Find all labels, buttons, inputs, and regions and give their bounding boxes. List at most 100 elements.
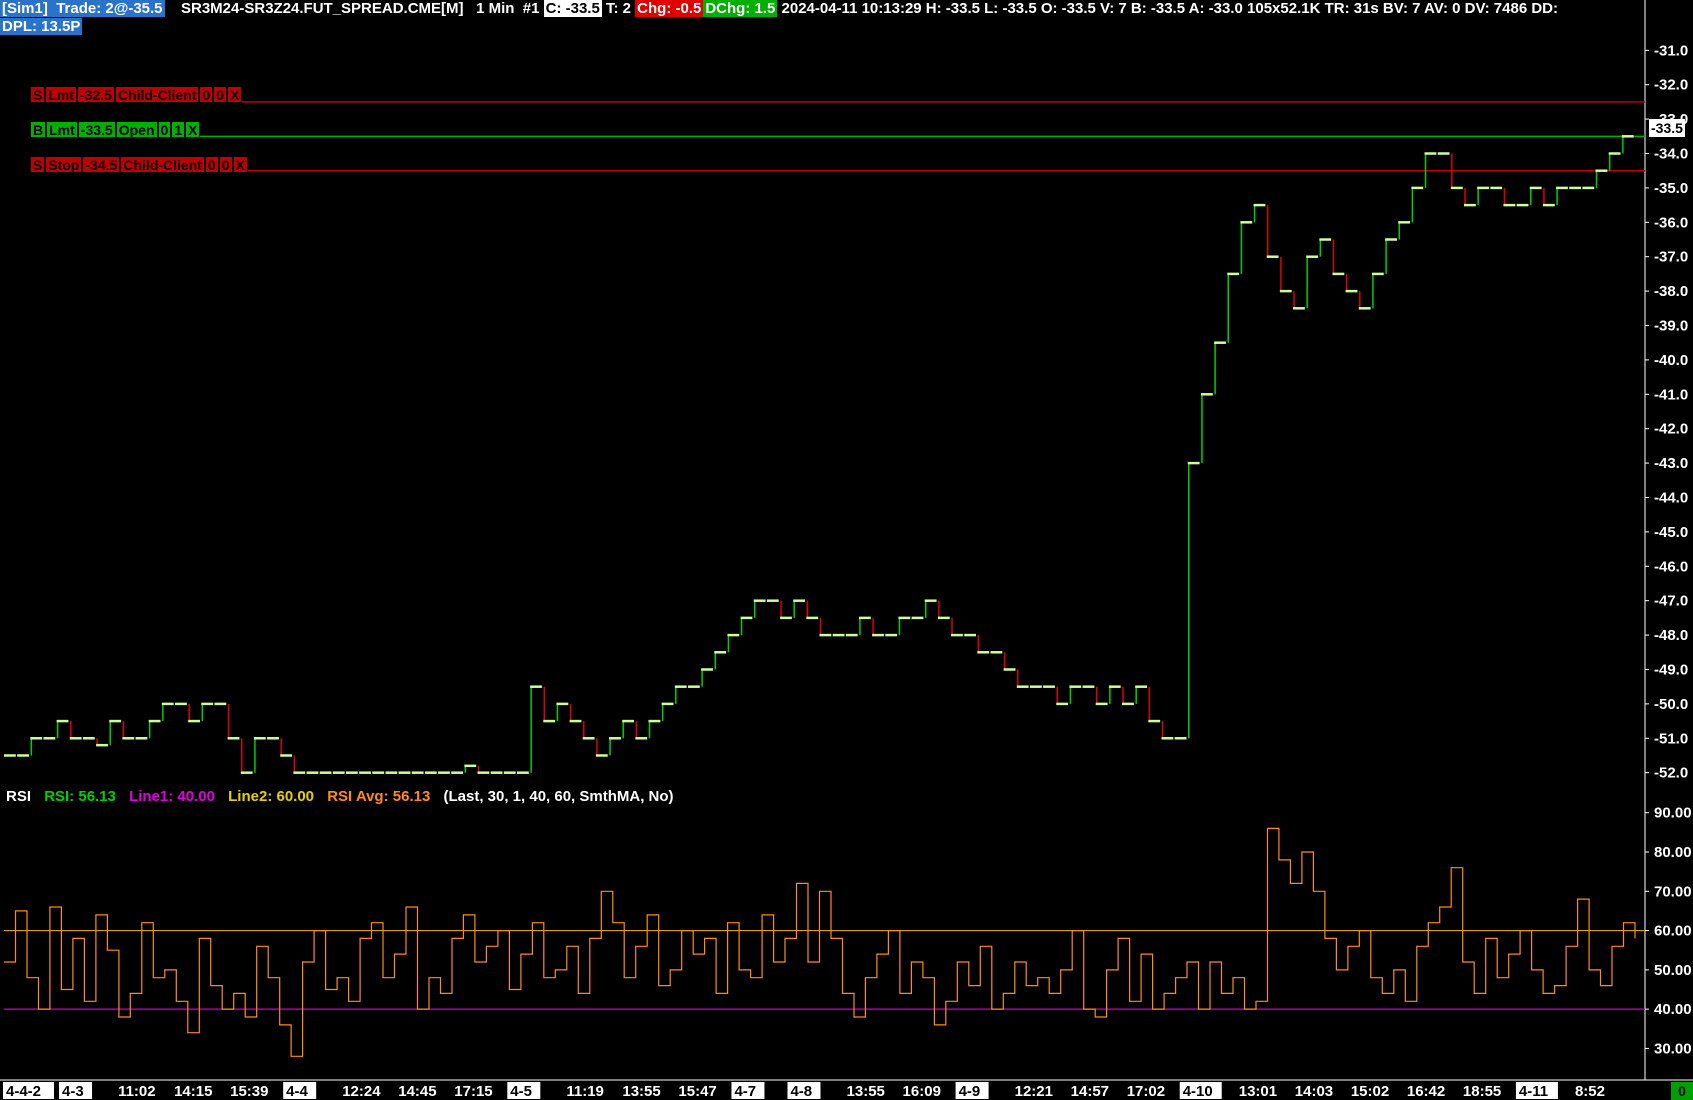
price-tick-label: -42.0: [1654, 421, 1688, 438]
order-price: -32.5: [77, 86, 115, 103]
price-tick-label: -39.0: [1654, 318, 1688, 335]
time-label: 11:19: [566, 1083, 604, 1100]
current-price-label: -33.5: [1649, 119, 1685, 137]
price-tick-label: -44.0: [1654, 489, 1688, 506]
rsi-legend: RSI RSI: 56.13 Line1: 40.00 Line2: 60.00…: [6, 788, 683, 805]
date-label: 4-4: [286, 1083, 308, 1100]
header-dchg: DChg: 1.5: [703, 0, 778, 17]
order-status: Child-Client: [120, 156, 205, 173]
order-type: Lmt: [45, 86, 78, 103]
price-tick-label: -40.0: [1654, 352, 1688, 369]
header-symbol-block: SR3M24-SR3Z24.FUT_SPREAD.CME[M] 1 Min #1…: [181, 0, 1558, 17]
time-label: 12:24: [342, 1083, 381, 1100]
price-tick-label: -32.0: [1654, 77, 1688, 94]
time-label: 11:02: [118, 1083, 156, 1100]
order-filled: 0: [204, 156, 219, 173]
line2-value: Line2: 60.00: [228, 788, 315, 805]
time-label: 15:39: [230, 1083, 268, 1100]
price-tick-label: -35.0: [1654, 180, 1688, 197]
time-label: 14:57: [1071, 1083, 1109, 1100]
corner-value: 0: [1671, 1082, 1693, 1100]
time-label: 8:52: [1575, 1083, 1605, 1100]
order-qty: 0: [213, 86, 228, 103]
date-label: 4-7: [734, 1083, 756, 1100]
time-label: 16:09: [903, 1083, 941, 1100]
time-label: 14:03: [1295, 1083, 1333, 1100]
time-label: 13:55: [622, 1083, 660, 1100]
order-label-buy-limit[interactable]: B Lmt -33.5 Open 0 1 X: [30, 121, 201, 138]
rsi-tick-label: 40.00: [1654, 1001, 1692, 1018]
price-tick-label: -31.0: [1654, 42, 1688, 59]
price-tick-label: -48.0: [1654, 627, 1688, 644]
order-status: Child-Client: [114, 86, 200, 103]
price-tick-label: -46.0: [1654, 558, 1688, 575]
header-sim-trade: [Sim1] Trade: 2@-35.5: [0, 0, 165, 17]
header-close: C: -33.5: [543, 0, 602, 17]
header-sim: [Sim1]: [2, 0, 48, 17]
date-label: 4-8: [790, 1083, 812, 1100]
order-cancel-button[interactable]: X: [227, 86, 243, 103]
rsi-tick-label: 50.00: [1654, 962, 1692, 979]
time-label: 18:55: [1463, 1083, 1501, 1100]
rsi-name: RSI: [6, 788, 32, 805]
rsi-tick-label: 90.00: [1654, 805, 1692, 822]
price-tick-label: -50.0: [1654, 696, 1688, 713]
date-label: 4-4-2: [6, 1083, 41, 1100]
time-label: 14:45: [398, 1083, 436, 1100]
order-filled: 0: [199, 86, 214, 103]
order-filled: 0: [157, 121, 172, 138]
date-label: 4-10: [1183, 1083, 1213, 1100]
header-dpl: DPL: 13.5P: [0, 18, 83, 35]
time-label: 15:47: [678, 1083, 716, 1100]
header-symbol[interactable]: SR3M24-SR3Z24.FUT_SPREAD.CME[M]: [181, 0, 464, 17]
price-tick-label: -45.0: [1654, 524, 1688, 541]
time-label: 17:02: [1127, 1083, 1165, 1100]
order-price: -33.5: [77, 121, 116, 138]
header-interval: 1 Min: [476, 0, 515, 17]
time-label: 15:02: [1351, 1083, 1389, 1100]
header-ticks: T: 2: [605, 0, 631, 17]
order-status: Open: [115, 121, 158, 138]
date-label: 4-11: [1519, 1083, 1548, 1100]
chart-canvas[interactable]: -31.0-32.0-33.0-34.0-35.0-36.0-37.0-38.0…: [0, 0, 1693, 1100]
order-price: -34.5: [82, 156, 121, 173]
price-tick-label: -37.0: [1654, 249, 1688, 266]
line1-value: Line1: 40.00: [129, 788, 215, 805]
time-label: 16:42: [1407, 1083, 1445, 1100]
order-qty: 0: [218, 156, 233, 173]
date-label: 4-9: [959, 1083, 981, 1100]
time-label: 12:21: [1015, 1083, 1053, 1100]
order-label-sell-limit[interactable]: S Lmt -32.5 Child-Client 0 0 X: [30, 86, 243, 103]
chart-window: { "header": { "sim": "[Sim1]", "trade": …: [0, 0, 1693, 1100]
order-type: Stop: [45, 156, 83, 173]
order-cancel-button[interactable]: X: [232, 156, 248, 173]
order-label-sell-stop[interactable]: S Stop -34.5 Child-Client 0 0 X: [30, 156, 248, 173]
price-tick-label: -38.0: [1654, 283, 1688, 300]
price-tick-label: -34.0: [1654, 146, 1688, 163]
header-chg: Chg: -0.5: [635, 0, 704, 17]
price-tick-label: -47.0: [1654, 593, 1688, 610]
date-label: 4-3: [62, 1083, 84, 1100]
time-label: 13:55: [847, 1083, 885, 1100]
price-tick-label: -52.0: [1654, 765, 1688, 782]
rsi-params: (Last, 30, 1, 40, 60, SmthMA, No): [443, 788, 674, 805]
rsi-tick-label: 30.00: [1654, 1040, 1692, 1057]
price-tick-label: -49.0: [1654, 661, 1688, 678]
header-chart-num: #1: [522, 0, 540, 17]
time-label: 14:15: [174, 1083, 212, 1100]
order-qty: 1: [171, 121, 186, 138]
rsi-tick-label: 70.00: [1654, 883, 1692, 900]
rsi-tick-label: 60.00: [1654, 923, 1692, 940]
order-side: B: [30, 121, 47, 138]
time-label: 17:15: [454, 1083, 492, 1100]
rsi-value: RSI: 56.13: [44, 788, 116, 805]
rsi-tick-label: 80.00: [1654, 844, 1692, 861]
order-cancel-button[interactable]: X: [185, 121, 201, 138]
order-type: Lmt: [46, 121, 78, 138]
price-tick-label: -41.0: [1654, 386, 1688, 403]
rsi-line: [4, 827, 1636, 1057]
price-tick-label: -43.0: [1654, 455, 1688, 472]
price-tick-label: -36.0: [1654, 214, 1688, 231]
date-label: 4-5: [510, 1083, 532, 1100]
order-side: S: [30, 86, 46, 103]
